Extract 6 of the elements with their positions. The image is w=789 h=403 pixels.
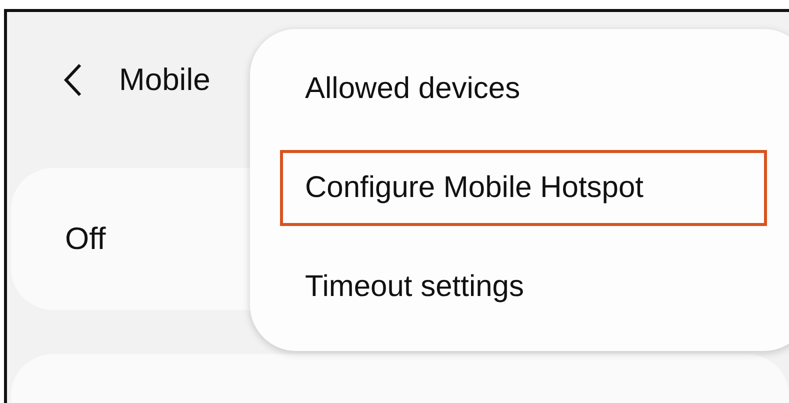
screen-title: Mobile	[119, 62, 210, 98]
menu-item[interactable]: Allowed devices	[280, 50, 767, 127]
back-icon[interactable]	[63, 63, 83, 97]
menu-item[interactable]: Configure Mobile Hotspot	[280, 150, 767, 226]
menu-item[interactable]: Timeout settings	[280, 249, 767, 326]
status-label: Off	[65, 221, 106, 257]
